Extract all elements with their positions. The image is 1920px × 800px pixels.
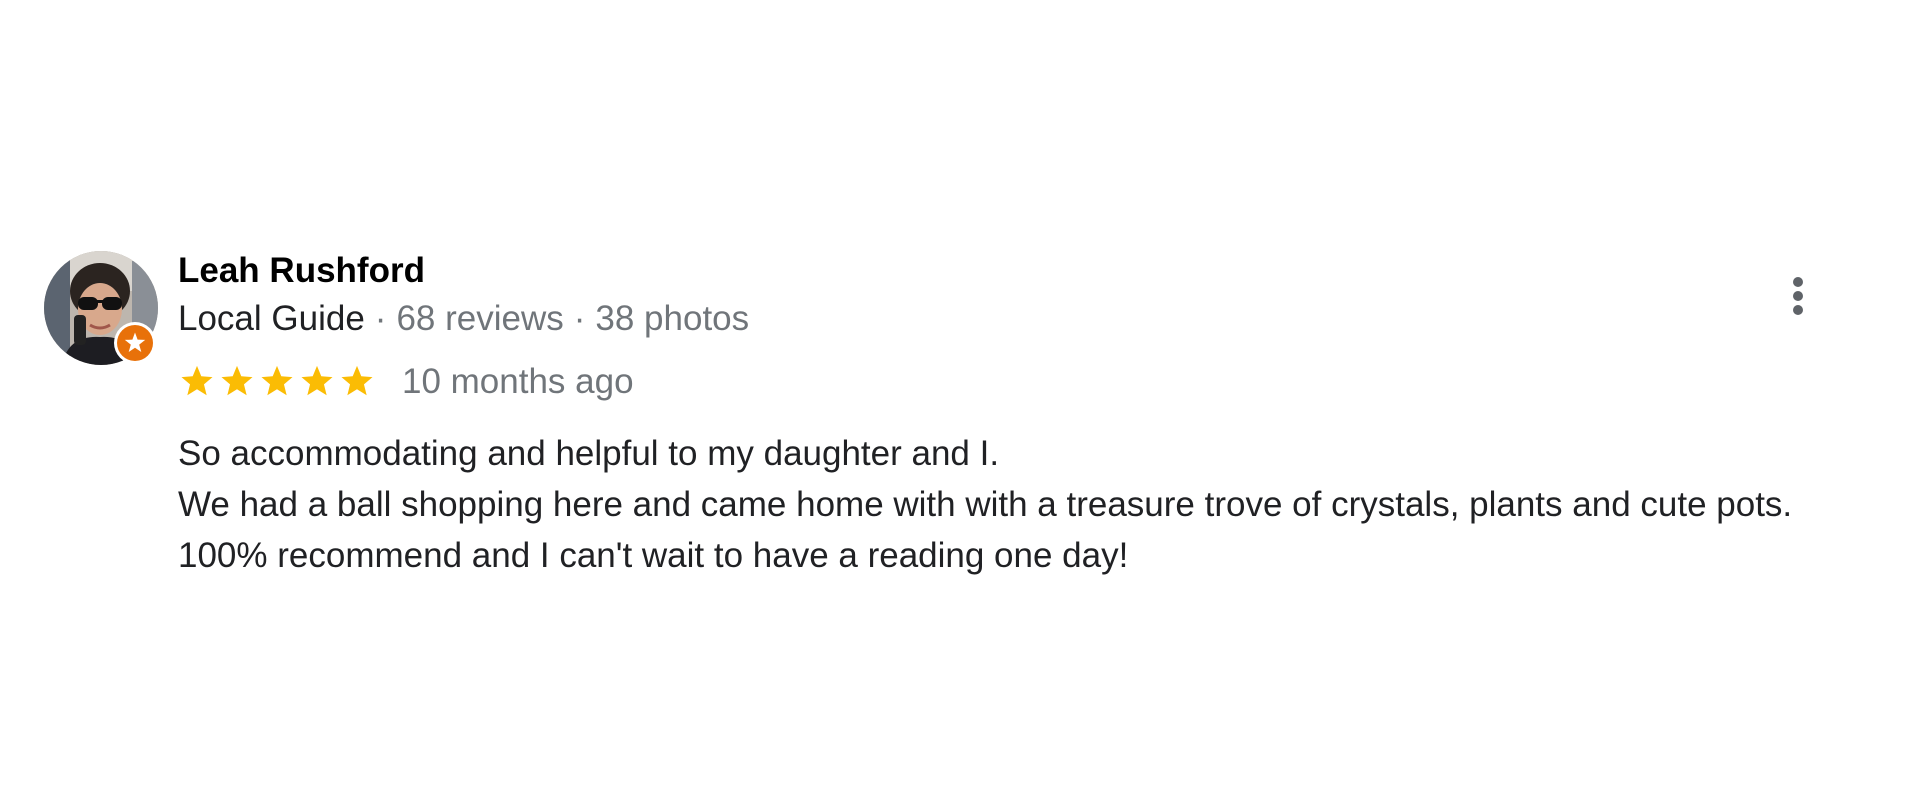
meta-separator: · <box>573 299 586 338</box>
star-icon <box>341 365 373 396</box>
rating-row: 10 months ago <box>178 360 634 404</box>
review-text-line: We had a ball shopping here and came hom… <box>178 485 1793 524</box>
local-guide-label: Local Guide <box>178 299 365 338</box>
meta-separator: · <box>374 299 387 338</box>
local-guide-badge <box>114 322 156 364</box>
local-guide-star-icon <box>124 332 146 352</box>
more-options-button[interactable] <box>1776 274 1820 318</box>
star-icon <box>261 365 293 396</box>
photos-count: 38 photos <box>595 299 750 338</box>
review-text-line: So accommodating and helpful to my daugh… <box>178 434 1000 473</box>
review-card: Leah Rushford Local Guide · 68 reviews · 38 … <box>0 0 1920 800</box>
review-text-line: 100% recommend and I can't wait to have … <box>178 536 1129 575</box>
star-icon <box>301 365 333 396</box>
star-icon <box>221 365 253 396</box>
star-icon <box>181 365 213 396</box>
star-rating <box>178 363 378 401</box>
review-date: 10 months ago <box>402 362 634 401</box>
author-name[interactable]: Leah Rushford <box>178 250 425 292</box>
author-meta: Local Guide · 68 reviews · 38 photos <box>178 298 749 340</box>
reviews-count: 68 reviews <box>396 299 564 338</box>
review-text: So accommodating and helpful to my daugh… <box>178 428 1792 581</box>
more-vert-icon <box>1793 277 1803 315</box>
